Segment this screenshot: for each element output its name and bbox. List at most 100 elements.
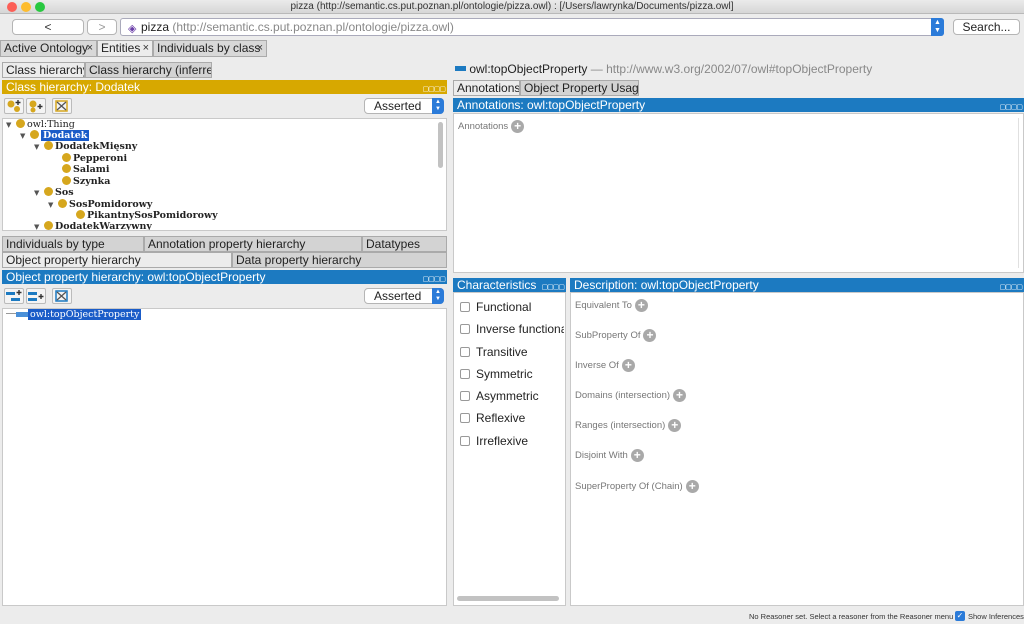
tree-item-salami[interactable]: Salami [52,164,109,176]
class-icon [58,199,67,208]
annotations-title: Annotations: owl:topObjectProperty [457,98,646,112]
tab-datatypes[interactable]: Datatypes [362,236,447,252]
expand-toggle-icon[interactable]: ▼ [34,221,44,230]
tree-item-sos[interactable]: ▼ Sos [34,187,74,199]
add-domain-icon[interactable]: + [673,389,687,402]
close-tab-icon[interactable]: × [87,41,93,56]
description-title: Description: owl:topObjectProperty [574,278,759,292]
checkbox[interactable] [460,369,470,379]
characteristic-functional[interactable]: Functional [460,300,531,314]
class-icon [62,153,71,162]
close-tab-icon[interactable]: × [257,41,263,56]
annotations-label: Annotations [458,121,509,133]
add-superproperty-icon[interactable]: + [643,329,657,342]
search-button[interactable]: Search... [953,19,1020,35]
add-inverse-icon[interactable]: + [621,359,635,372]
class-icon [44,187,53,196]
tab-class-hierarchy[interactable]: Class hierarchy [2,62,85,78]
tab-class-hierarchy-inferred[interactable]: Class hierarchy (inferred) [85,62,212,78]
description-disjoint-with: Disjoint With + [575,449,644,463]
characteristic-inverse-functional[interactable]: Inverse functiona [460,322,564,336]
add-sibling-property-icon[interactable] [26,288,46,304]
tab-object-property-usage[interactable]: Object Property Usage [520,80,639,96]
reasoner-status: No Reasoner set. Select a reasoner from … [749,612,954,621]
characteristic-asymmetric[interactable]: Asymmetric [460,389,539,403]
characteristics-title: Characteristics [457,278,537,292]
class-tree-scrollbar[interactable] [438,122,443,168]
tree-item-dodatek-warzywny[interactable]: ▼ DodatekWarzywny [34,221,152,230]
tab-annotations[interactable]: Annotations [453,80,520,96]
delete-class-icon[interactable] [52,98,72,114]
checkbox[interactable] [460,324,470,334]
characteristics-panel [453,292,566,606]
add-disjoint-icon[interactable]: + [630,449,644,462]
class-mode-select[interactable]: Asserted ▲ ▼ [364,98,444,114]
checkbox[interactable] [460,413,470,423]
combo-arrows-icon[interactable]: ▲ ▼ [931,18,944,36]
tab-annotation-property-hierarchy[interactable]: Annotation property hierarchy [144,236,362,252]
view-controls-icon[interactable]: ▢▢▢▢ [1000,101,1023,112]
view-controls-icon[interactable]: ▢▢▢▢ [423,83,446,94]
tab-individuals-by-class[interactable]: Individuals by class × [153,40,267,57]
description-header: Description: owl:topObjectProperty ▢▢▢▢ [570,278,1024,292]
expand-toggle-icon[interactable]: ▼ [20,130,30,142]
class-toolbar: Asserted ▲ ▼ [2,94,447,118]
object-property-mode-select[interactable]: Asserted ▲ ▼ [364,288,444,304]
description-inverse-of: Inverse Of + [575,359,635,373]
checkbox[interactable] [460,302,470,312]
add-sibling-class-icon[interactable] [26,98,46,114]
tab-entities[interactable]: Entities × [97,40,153,57]
class-icon [44,141,53,150]
view-controls-icon[interactable]: ▢▢▢▢ [542,281,565,292]
add-subclass-icon[interactable] [4,98,24,114]
tab-individuals-by-type[interactable]: Individuals by type [2,236,144,252]
checkbox[interactable] [460,436,470,446]
tab-label: Individuals by class [157,41,261,55]
expand-toggle-icon[interactable]: ▼ [34,141,44,153]
add-equivalent-icon[interactable]: + [634,299,648,312]
checkbox[interactable] [460,391,470,401]
add-annotation-icon[interactable]: + [511,120,525,133]
characteristic-transitive[interactable]: Transitive [460,345,528,359]
characteristic-reflexive[interactable]: Reflexive [460,411,525,425]
show-inferences-checkbox[interactable]: ✓ [955,611,965,621]
expand-toggle-icon[interactable]: ▼ [48,199,58,211]
window-title: pizza (http://semantic.cs.put.poznan.pl/… [290,1,734,12]
class-icon [62,176,71,185]
delete-property-icon[interactable] [52,288,72,304]
expand-toggle-icon[interactable]: ▼ [34,187,44,199]
class-hierarchy-header: Class hierarchy: Dodatek ▢▢▢▢ [2,80,447,94]
description-superproperty-chain: SuperProperty Of (Chain) + [575,480,699,494]
characteristic-symmetric[interactable]: Symmetric [460,367,533,381]
characteristics-scrollbar[interactable] [457,596,559,601]
tab-label: Active Ontology [4,41,89,55]
tab-data-property-hierarchy[interactable]: Data property hierarchy [232,252,447,268]
object-property-tree [2,308,447,606]
show-inferences-label: Show Inferences [968,612,1024,621]
window-title-bar: pizza (http://semantic.cs.put.poznan.pl/… [0,0,1024,14]
class-icon [62,164,71,173]
tab-object-property-hierarchy[interactable]: Object property hierarchy [2,252,232,268]
tree-item-dodatek-miesny[interactable]: ▼ DodatekMięsny [34,141,137,153]
select-arrows-icon: ▲ ▼ [432,98,444,114]
add-range-icon[interactable]: + [668,419,682,432]
expand-toggle-icon[interactable]: ▼ [6,119,16,131]
add-sub-property-icon[interactable] [4,288,24,304]
add-property-chain-icon[interactable]: + [685,480,699,493]
back-button[interactable]: < [12,19,84,35]
tab-active-ontology[interactable]: Active Ontology × [0,40,97,57]
class-mode-value: Asserted [374,99,422,113]
tree-item-top-object-property[interactable]: owl:topObjectProperty [6,309,142,321]
forward-button[interactable]: > [87,19,117,35]
object-property-hierarchy-header: Object property hierarchy: owl:topObject… [2,270,447,284]
entity-name: owl:topObjectProperty [469,62,588,76]
checkbox[interactable] [460,347,470,357]
characteristics-header: Characteristics ▢▢▢▢ [453,278,566,292]
tab-label: Entities [101,41,141,55]
close-tab-icon[interactable]: × [143,41,149,56]
characteristic-irreflexive[interactable]: Irreflexive [460,434,528,448]
active-ontology-combo[interactable]: ◈ pizza (http://semantic.cs.put.poznan.p… [120,18,944,36]
view-controls-icon[interactable]: ▢▢▢▢ [423,273,446,284]
description-domains: Domains (intersection) + [575,389,687,403]
view-controls-icon[interactable]: ▢▢▢▢ [1000,281,1023,292]
